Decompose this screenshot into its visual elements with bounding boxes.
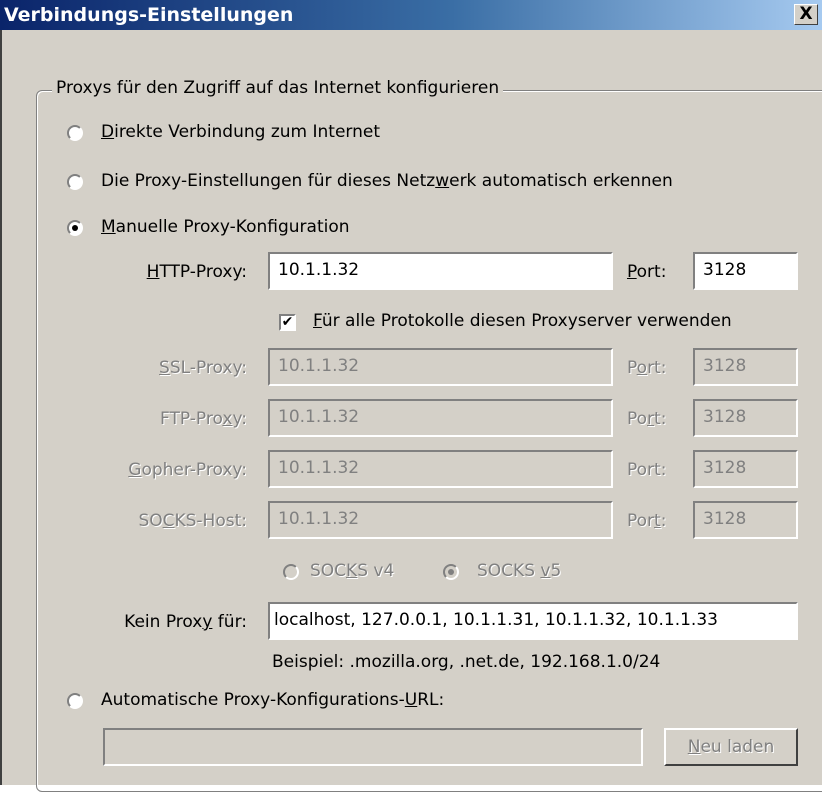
use-same-proxy-label[interactable]: Für alle Protokolle diesen Proxyserver v… — [313, 311, 732, 331]
close-icon: X — [799, 4, 813, 24]
manual-radio[interactable] — [67, 220, 83, 236]
auto-config-url-label[interactable]: Automatische Proxy-Konfigurations-URL: — [101, 690, 444, 710]
ftp-proxy-input[interactable]: 10.1.1.32 — [268, 399, 613, 437]
gopher-port-input[interactable]: 3128 — [693, 450, 798, 488]
radio-selected-dot — [72, 225, 78, 231]
http-port-label: Port: — [627, 262, 667, 282]
window-frame — [0, 30, 2, 785]
socks-v5-label[interactable]: SOCKS v5 — [477, 561, 561, 581]
auto-detect-radio-label[interactable]: Die Proxy-Einstellungen für dieses Netzw… — [101, 171, 673, 191]
reload-button[interactable]: Neu laden — [664, 728, 798, 766]
auto-detect-radio[interactable] — [67, 174, 83, 190]
connection-settings-dialog: Verbindungs-Einstellungen X Proxys für d… — [0, 0, 822, 792]
socks-host-input[interactable]: 10.1.1.32 — [268, 501, 613, 539]
ssl-proxy-label: SSL-Proxy: — [159, 358, 247, 378]
socks-port-label: Port: — [627, 511, 667, 531]
http-proxy-label: HTTP-Proxy: — [146, 262, 247, 282]
ssl-proxy-input[interactable]: 10.1.1.32 — [268, 348, 613, 386]
http-proxy-input[interactable]: 10.1.1.32 — [268, 252, 613, 290]
ftp-port-input[interactable]: 3128 — [693, 399, 798, 437]
gopher-port-label: Port: — [627, 460, 667, 480]
no-proxy-input[interactable]: localhost, 127.0.0.1, 10.1.1.31, 10.1.1.… — [268, 602, 798, 640]
label-text: anuelle Proxy-Konfiguration — [115, 217, 350, 237]
group-legend: Proxys für den Zugriff auf das Internet … — [52, 78, 504, 98]
gopher-proxy-input[interactable]: 10.1.1.32 — [268, 450, 613, 488]
label-text: irekte Verbindung zum Internet — [114, 122, 381, 142]
ftp-proxy-label: FTP-Proxy: — [160, 409, 247, 429]
no-proxy-example: Beispiel: .mozilla.org, .net.de, 192.168… — [272, 652, 661, 672]
auto-config-url-radio[interactable] — [67, 693, 83, 709]
use-same-proxy-checkbox[interactable]: ✔ — [279, 314, 296, 331]
http-port-input[interactable]: 3128 — [693, 252, 798, 290]
ssl-port-label: Port: — [627, 358, 667, 378]
access-key: D — [101, 122, 115, 142]
window-title: Verbindungs-Einstellungen — [4, 4, 294, 26]
socks-v4-label[interactable]: SOCKS v4 — [310, 561, 394, 581]
title-bar[interactable]: Verbindungs-Einstellungen X — [0, 0, 822, 30]
label-text: Die Proxy-Einstellungen für dieses Netz — [101, 171, 436, 191]
direct-radio[interactable] — [67, 125, 83, 141]
ssl-port-input[interactable]: 3128 — [693, 348, 798, 386]
checkmark-icon: ✔ — [281, 314, 294, 330]
proxy-group-box — [36, 90, 822, 792]
socks-v4-radio[interactable] — [283, 564, 299, 580]
manual-radio-label[interactable]: Manuelle Proxy-Konfiguration — [101, 217, 350, 237]
socks-port-input[interactable]: 3128 — [693, 501, 798, 539]
gopher-proxy-label: Gopher-Proxy: — [128, 460, 247, 480]
close-button[interactable]: X — [794, 4, 818, 25]
access-key: w — [435, 171, 450, 191]
access-key: M — [101, 217, 116, 237]
label-text: erk automatisch erkennen — [449, 171, 673, 191]
socks-v5-radio[interactable] — [443, 564, 459, 580]
auto-config-url-input[interactable] — [103, 728, 643, 766]
no-proxy-label: Kein Proxy für: — [124, 612, 247, 632]
socks-host-label: SOCKS-Host: — [138, 511, 247, 531]
radio-selected-dot — [448, 569, 454, 575]
ftp-port-label: Port: — [627, 409, 667, 429]
direct-radio-label[interactable]: Direkte Verbindung zum Internet — [101, 122, 380, 142]
